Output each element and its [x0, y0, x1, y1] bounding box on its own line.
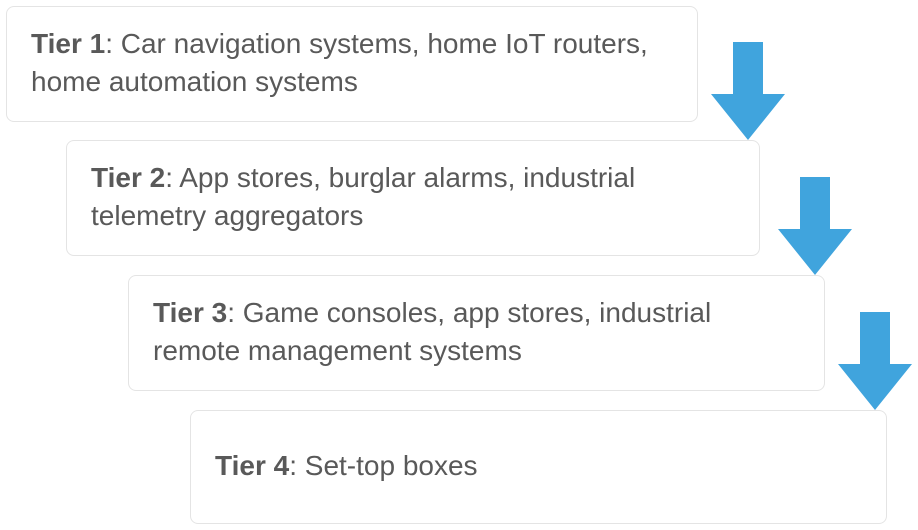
tier-4-text: : Set-top boxes	[289, 450, 477, 481]
tier-3-text: : Game consoles, app stores, industrial …	[153, 297, 711, 366]
tier-2-text: : App stores, burglar alarms, industrial…	[91, 162, 635, 231]
tier-2-label: Tier 2	[91, 162, 165, 193]
tier-1-box: Tier 1: Car navigation systems, home IoT…	[6, 6, 698, 122]
tier-1-text: : Car navigation systems, home IoT route…	[31, 28, 648, 97]
tier-4-label: Tier 4	[215, 450, 289, 481]
tier-3-label: Tier 3	[153, 297, 227, 328]
arrow-down-icon	[711, 42, 785, 140]
arrow-down-icon	[778, 177, 852, 275]
tier-1-label: Tier 1	[31, 28, 105, 59]
tier-3-box: Tier 3: Game consoles, app stores, indus…	[128, 275, 825, 391]
tier-2-box: Tier 2: App stores, burglar alarms, indu…	[66, 140, 760, 256]
tier-4-box: Tier 4: Set-top boxes	[190, 410, 887, 524]
arrow-down-icon	[838, 312, 912, 410]
